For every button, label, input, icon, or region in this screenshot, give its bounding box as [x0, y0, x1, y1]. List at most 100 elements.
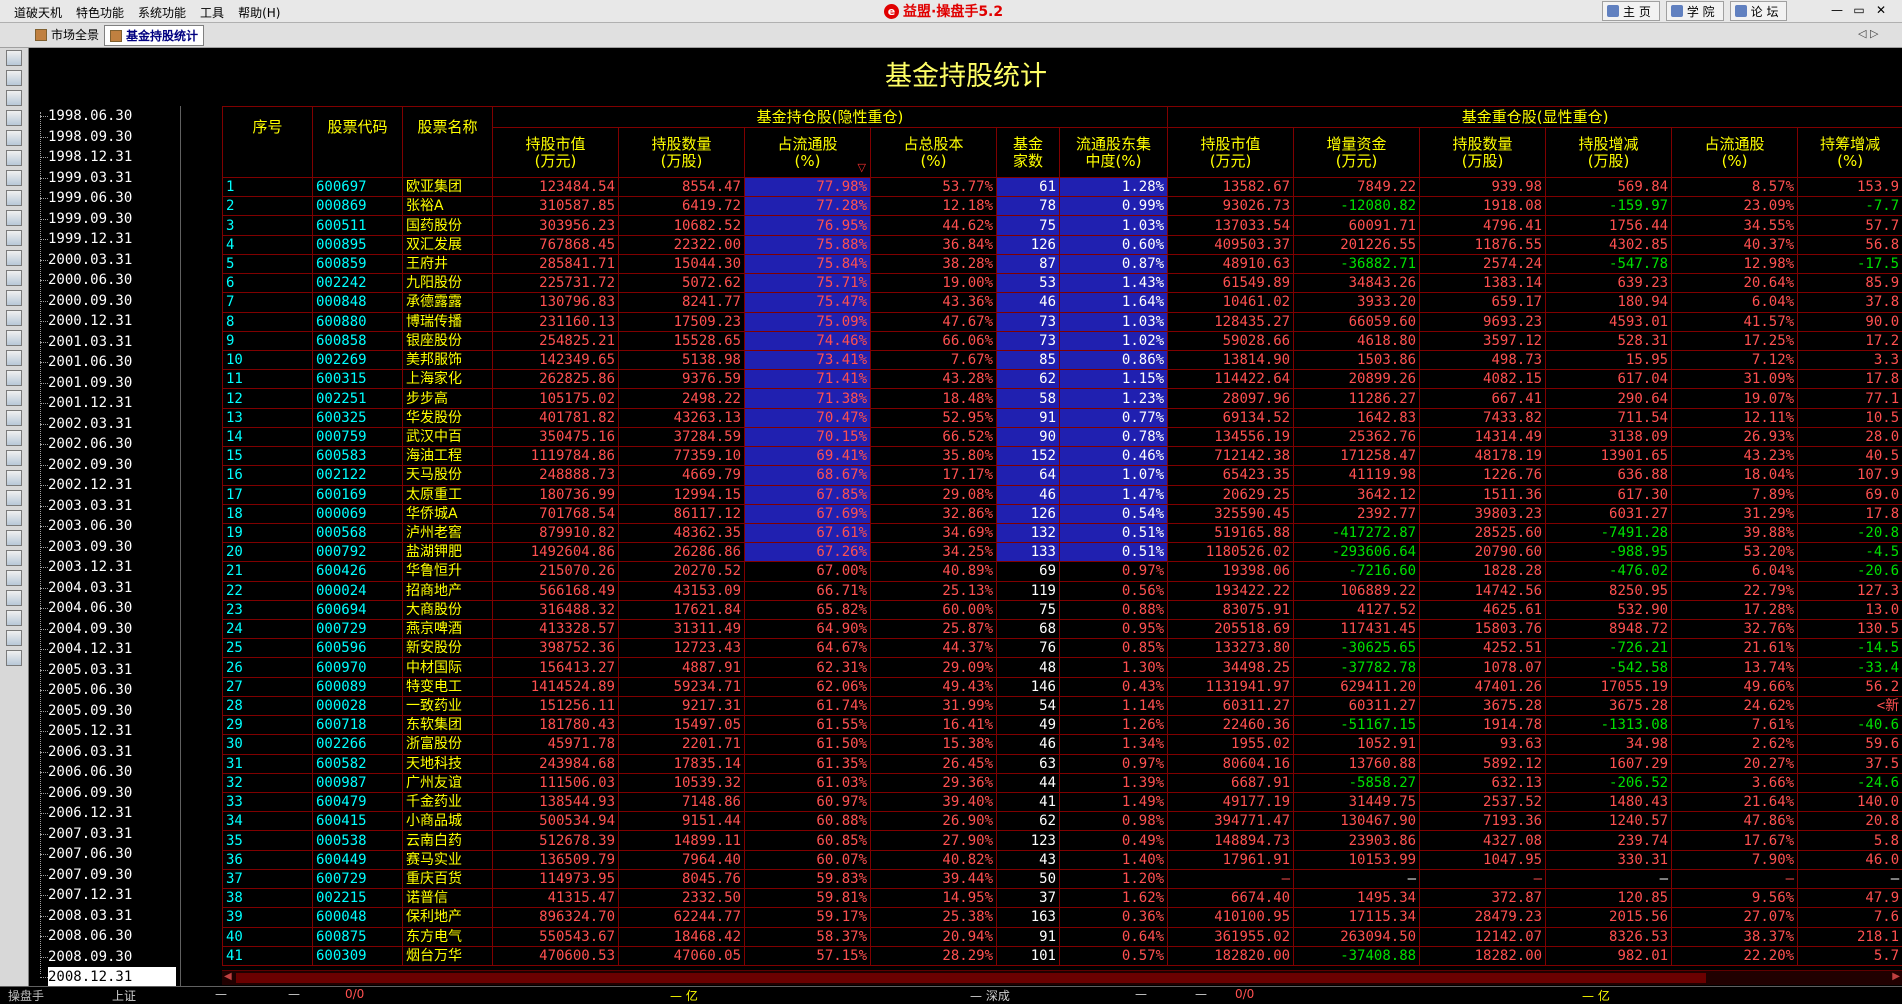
- col-header-fund-count[interactable]: 基金 家数: [997, 128, 1060, 178]
- toolbar-tool-icon[interactable]: [6, 310, 22, 326]
- tab-scroll-arrows[interactable]: ◁ ▷: [1858, 27, 1878, 40]
- date-item[interactable]: 1999.03.31: [48, 168, 176, 188]
- date-item[interactable]: 2000.06.30: [48, 270, 176, 290]
- close-icon[interactable]: ✕: [1870, 1, 1892, 19]
- menu-item-features[interactable]: 特色功能: [70, 0, 132, 22]
- date-item[interactable]: 2007.06.30: [48, 844, 176, 864]
- table-row[interactable]: 29600718东软集团181780.4315497.0561.55%16.41…: [223, 716, 1902, 735]
- date-item[interactable]: 2001.06.30: [48, 352, 176, 372]
- date-item[interactable]: 2004.09.30: [48, 619, 176, 639]
- toolbar-tool-icon[interactable]: [6, 210, 22, 226]
- toolbar-tool-icon[interactable]: [6, 410, 22, 426]
- scroll-left-icon[interactable]: ◀: [224, 971, 232, 982]
- date-item[interactable]: 2008.03.31: [48, 906, 176, 926]
- toolbar-tool-icon[interactable]: [6, 170, 22, 186]
- horizontal-scrollbar[interactable]: ◀ ▶: [222, 970, 1902, 985]
- col-header-hold-change-pct[interactable]: 持筹增减 (%): [1798, 128, 1902, 178]
- table-row[interactable]: 31600582天地科技243984.6817835.1461.35%26.45…: [223, 754, 1902, 773]
- scroll-thumb[interactable]: [236, 973, 1706, 983]
- restore-icon[interactable]: ▭: [1848, 1, 1870, 19]
- toolbar-tool-icon[interactable]: [6, 450, 22, 466]
- col-header-incremental-funds[interactable]: 增量资金 (万元): [1294, 128, 1420, 178]
- date-item[interactable]: 1999.12.31: [48, 229, 176, 249]
- forum-link[interactable]: 论 坛: [1730, 1, 1788, 21]
- table-row[interactable]: 35000538云南白药512678.3914899.1160.85%27.90…: [223, 831, 1902, 850]
- col-header-heavy-value[interactable]: 持股市值 (万元): [1168, 128, 1294, 178]
- toolbar-tool-icon[interactable]: [6, 350, 22, 366]
- date-item[interactable]: 2005.12.31: [48, 721, 176, 741]
- toolbar-tool-icon[interactable]: [6, 90, 22, 106]
- date-item[interactable]: 2000.03.31: [48, 250, 176, 270]
- date-item[interactable]: 2007.03.31: [48, 824, 176, 844]
- table-row[interactable]: 10002269美邦服饰142349.655138.9873.41%7.67%8…: [223, 350, 1902, 369]
- date-item[interactable]: 2002.12.31: [48, 475, 176, 495]
- date-item[interactable]: 2008.12.31: [48, 967, 176, 987]
- table-row[interactable]: 27600089特变电工1414524.8959234.7162.06%49.4…: [223, 677, 1902, 696]
- date-item[interactable]: 2005.06.30: [48, 680, 176, 700]
- table-row[interactable]: 18000069华侨城A701768.5486117.1267.69%32.86…: [223, 504, 1902, 523]
- scroll-right-icon[interactable]: ▶: [1892, 971, 1900, 982]
- date-item[interactable]: 2000.09.30: [48, 291, 176, 311]
- table-row[interactable]: 7000848承德露露130796.838241.7775.47%43.36%4…: [223, 293, 1902, 312]
- table-row[interactable]: 15600583海油工程1119784.8677359.1069.41%35.8…: [223, 447, 1902, 466]
- table-row[interactable]: 41600309烟台万华470600.5347060.0557.15%28.29…: [223, 946, 1902, 965]
- table-row[interactable]: 22000024招商地产566168.4943153.0966.71%25.13…: [223, 581, 1902, 600]
- menu-item-help[interactable]: 帮助(H): [232, 0, 288, 22]
- date-item[interactable]: 2006.12.31: [48, 803, 176, 823]
- date-item[interactable]: 2007.09.30: [48, 865, 176, 885]
- toolbar-tool-icon[interactable]: [6, 230, 22, 246]
- col-header-hold-value[interactable]: 持股市值 (万元): [493, 128, 619, 178]
- date-item[interactable]: 1998.06.30: [48, 106, 176, 126]
- table-row[interactable]: 25600596新安股份398752.3612723.4364.67%44.37…: [223, 639, 1902, 658]
- date-item[interactable]: 2002.06.30: [48, 434, 176, 454]
- table-row[interactable]: 6002242九阳股份225731.725072.6275.71%19.00%5…: [223, 274, 1902, 293]
- toolbar-tool-icon[interactable]: [6, 590, 22, 606]
- table-row[interactable]: 11600315上海家化262825.869376.5971.41%43.28%…: [223, 370, 1902, 389]
- toolbar-tool-icon[interactable]: [6, 70, 22, 86]
- table-row[interactable]: 37600729重庆百货114973.958045.7659.83%39.44%…: [223, 869, 1902, 888]
- toolbar-tool-icon[interactable]: [6, 390, 22, 406]
- table-row[interactable]: 5600859王府井285841.7115044.3075.84%38.28%8…: [223, 254, 1902, 273]
- table-row[interactable]: 2000869张裕A310587.856419.7277.28%12.18%78…: [223, 197, 1902, 216]
- toolbar-tool-icon[interactable]: [6, 430, 22, 446]
- table-row[interactable]: 9600858银座股份254825.2115528.6574.46%66.06%…: [223, 331, 1902, 350]
- minimize-icon[interactable]: —: [1826, 1, 1848, 19]
- date-item[interactable]: 2004.06.30: [48, 598, 176, 618]
- col-header-heavy-qty[interactable]: 持股数量 (万股): [1420, 128, 1546, 178]
- table-row[interactable]: 32000987广州友谊111506.0310539.3261.03%29.36…: [223, 773, 1902, 792]
- table-row[interactable]: 38002215诺普信41315.472332.5059.81%14.95%37…: [223, 889, 1902, 908]
- menu-item-system[interactable]: 系统功能: [132, 0, 194, 22]
- toolbar-tool-icon[interactable]: [6, 130, 22, 146]
- toolbar-tool-icon[interactable]: [6, 290, 22, 306]
- date-item[interactable]: 2003.12.31: [48, 557, 176, 577]
- table-row[interactable]: 3600511国药股份303956.2310682.5276.95%44.62%…: [223, 216, 1902, 235]
- toolbar-tool-icon[interactable]: [6, 490, 22, 506]
- table-row[interactable]: 1600697欧亚集团123484.548554.4777.98%53.77%6…: [223, 178, 1902, 197]
- table-row[interactable]: 17600169太原重工180736.9912994.1567.85%29.08…: [223, 485, 1902, 504]
- date-item[interactable]: 2001.03.31: [48, 332, 176, 352]
- col-header-code[interactable]: 股票代码: [313, 107, 403, 177]
- table-row[interactable]: 26600970中材国际156413.274887.9162.31%29.09%…: [223, 658, 1902, 677]
- toolbar-tool-icon[interactable]: [6, 250, 22, 266]
- table-row[interactable]: 30002266浙富股份45971.782201.7161.50%15.38%4…: [223, 735, 1902, 754]
- date-item[interactable]: 2007.12.31: [48, 885, 176, 905]
- toolbar-tool-icon[interactable]: [6, 50, 22, 66]
- date-item[interactable]: 1998.09.30: [48, 127, 176, 147]
- date-item[interactable]: 2002.03.31: [48, 414, 176, 434]
- toolbar-tool-icon[interactable]: [6, 570, 22, 586]
- toolbar-tool-icon[interactable]: [6, 270, 22, 286]
- date-item[interactable]: 2004.12.31: [48, 639, 176, 659]
- date-item[interactable]: 2003.03.31: [48, 496, 176, 516]
- date-item[interactable]: 1998.12.31: [48, 147, 176, 167]
- date-item[interactable]: 2006.09.30: [48, 783, 176, 803]
- home-link[interactable]: 主 页: [1602, 1, 1660, 21]
- table-row[interactable]: 24000729燕京啤酒413328.5731311.4964.90%25.87…: [223, 620, 1902, 639]
- toolbar-tool-icon[interactable]: [6, 110, 22, 126]
- table-row[interactable]: 36600449赛马实业136509.797964.4060.07%40.82%…: [223, 850, 1902, 869]
- date-item[interactable]: 2001.09.30: [48, 373, 176, 393]
- date-item[interactable]: 2008.09.30: [48, 947, 176, 967]
- tab-fund-holdings[interactable]: 基金持股统计: [104, 25, 204, 46]
- col-header-total-pct[interactable]: 占总股本 (%): [871, 128, 997, 178]
- date-item[interactable]: 2006.06.30: [48, 762, 176, 782]
- toolbar-tool-icon[interactable]: [6, 650, 22, 666]
